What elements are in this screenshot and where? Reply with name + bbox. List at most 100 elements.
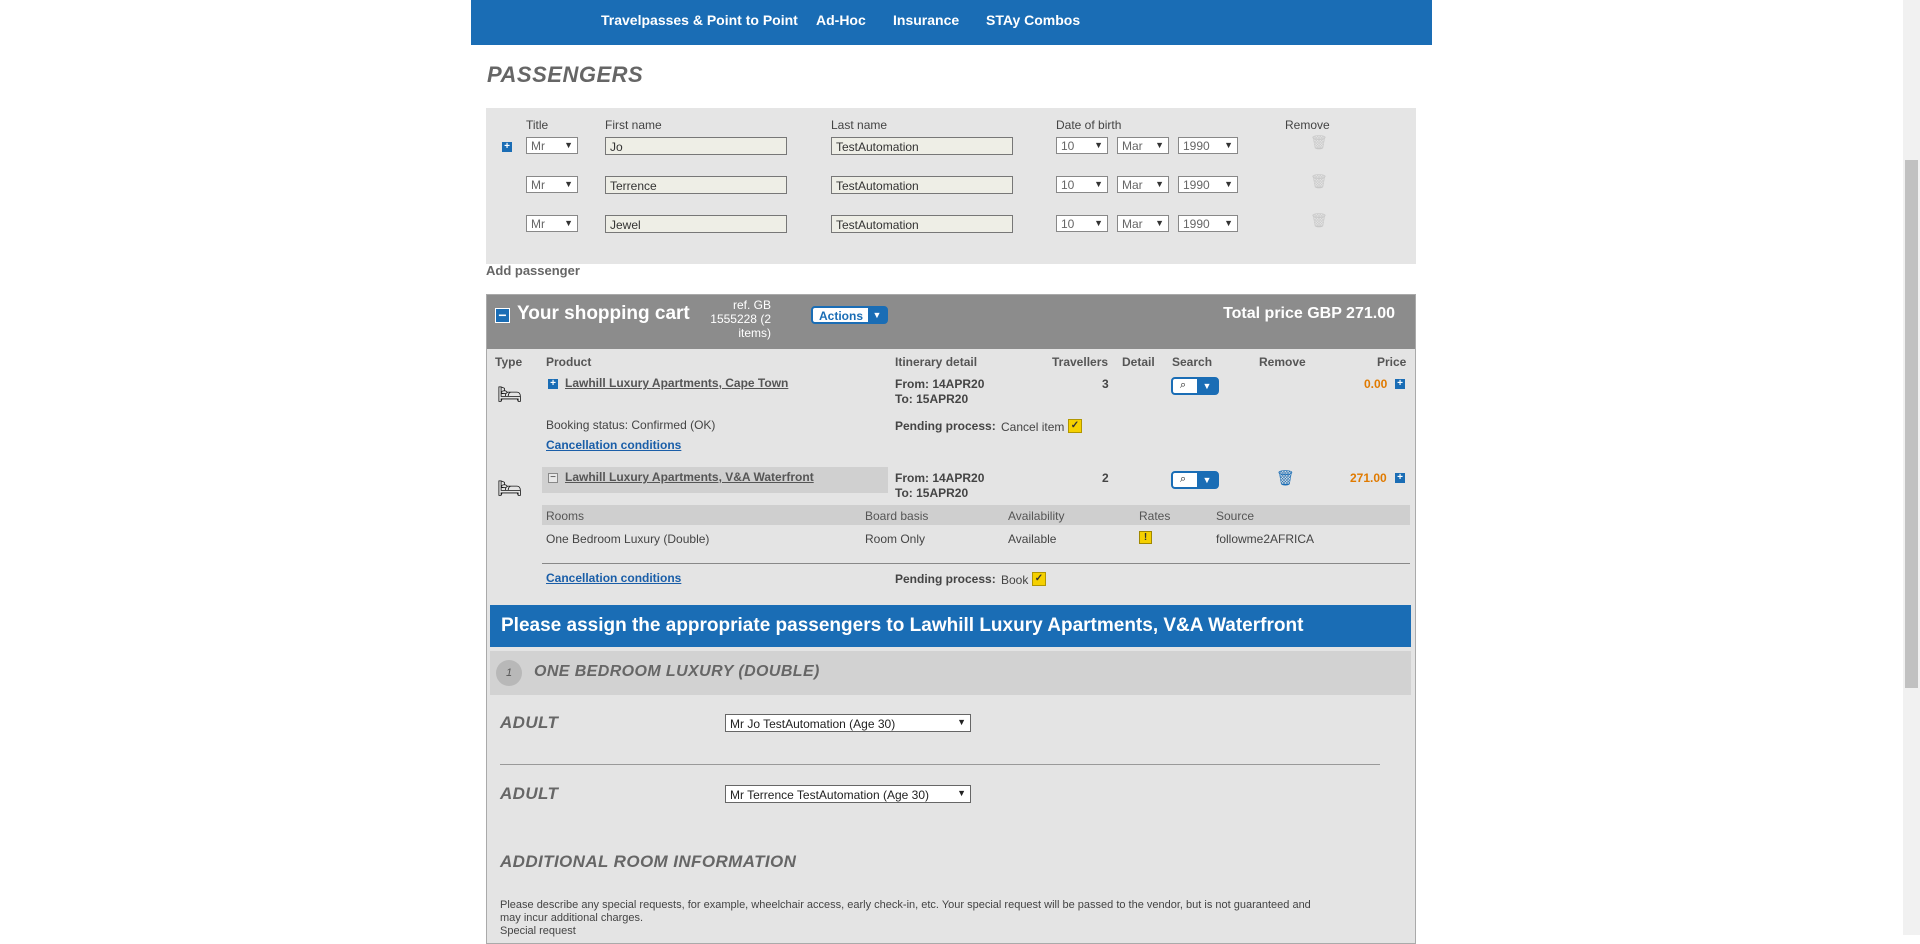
trash-icon[interactable]: 🗑 [1276,469,1295,487]
add-passenger-link[interactable]: Add passenger [486,263,580,278]
dob-month-select[interactable]: Mar ▼ [1117,137,1169,154]
itinerary-from: From: 14APR20 [895,377,985,391]
expand-item-icon[interactable]: + [548,379,558,389]
itinerary-from: From: 14APR20 [895,471,985,485]
actions-dropdown[interactable]: Actions ▼ [811,306,888,324]
product-link[interactable]: Lawhill Luxury Apartments, V&A Waterfron… [565,470,814,484]
title-select[interactable]: Mr ▼ [526,176,578,193]
th-board: Board basis [865,509,929,523]
trash-icon[interactable]: 🗑 [1310,173,1328,190]
last-name-input[interactable]: TestAutomation [831,176,1013,194]
chevron-down-icon: ▼ [1197,473,1217,487]
bed-icon: 🛏 [497,384,523,406]
col-remove: Remove [1285,118,1330,132]
dob-year-select[interactable]: 1990 ▼ [1178,215,1238,232]
last-name-input[interactable]: TestAutomation [831,215,1013,233]
th-rates: Rates [1139,509,1171,523]
item-price: 0.00 [1364,377,1388,391]
assign-passengers-bar: Please assign the appropriate passengers… [490,605,1411,647]
pending-process-label: Pending process: [895,419,996,433]
board-basis: Room Only [865,532,926,546]
adult-passenger-select[interactable]: Mr Jo TestAutomation (Age 30) ▼ [725,714,971,732]
cancellation-conditions-link[interactable]: Cancellation conditions [546,438,681,452]
collapse-cart-icon[interactable]: − [495,308,510,323]
divider [500,764,1380,765]
room-title: ONE BEDROOM LUXURY (DOUBLE) [534,663,820,680]
special-request-label: Special request [500,925,576,937]
last-name-input[interactable]: TestAutomation [831,137,1013,155]
chevron-down-icon: ▼ [868,308,886,322]
th-source: Source [1216,509,1255,523]
booking-status: Booking status: Confirmed (OK) [546,418,716,432]
dob-month-select[interactable]: Mar ▼ [1117,215,1169,232]
additional-room-info-title: ADDITIONAL ROOM INFORMATION [500,852,797,871]
expand-passenger-icon[interactable]: + [502,142,512,152]
room-name: One Bedroom Luxury (Double) [546,532,710,546]
cart-header: − Your shopping cart ref. GB 1555228 (2 … [487,295,1415,349]
search-dropdown[interactable]: ⌕ ▼ [1171,471,1219,489]
scrollbar-thumb[interactable] [1905,160,1918,688]
title-select[interactable]: Mr ▼ [526,215,578,232]
title-select[interactable]: Mr ▼ [526,137,578,154]
nav-ad-hoc[interactable]: Ad-Hoc [816,12,866,28]
nav-travelpasses[interactable]: Travelpasses & Point to Point [601,12,798,28]
first-name-input[interactable]: Jo [605,137,787,155]
travellers-count: 3 [1102,377,1109,391]
cart-reference-line: items) [738,326,771,340]
adult-passenger-select[interactable]: Mr Terrence TestAutomation (Age 30) ▼ [725,785,971,803]
item-price: 271.00 [1350,471,1387,485]
itinerary-to: To: 15APR20 [895,486,969,500]
cart-title: Your shopping cart [517,303,690,324]
itinerary-to: To: 15APR20 [895,392,969,406]
collapse-item-icon[interactable]: − [548,473,558,483]
nav-stay-combos[interactable]: STAy Combos [986,12,1080,28]
room-band: 1 ONE BEDROOM LUXURY (DOUBLE) [490,651,1411,695]
trash-icon[interactable]: 🗑 [1310,212,1328,229]
dob-day-select[interactable]: 10 ▼ [1056,176,1108,193]
additional-info-text: Please describe any special requests, fo… [500,899,1311,911]
assign-heading: Please assign the appropriate passengers… [501,615,1304,636]
th-type: Type [495,355,523,369]
travellers-count: 2 [1102,471,1109,485]
dob-year-select[interactable]: 1990 ▼ [1178,176,1238,193]
pending-process-value: Cancel item [1001,420,1065,434]
bed-icon: 🛏 [497,478,523,500]
pending-process-value: Book [1001,573,1029,587]
dob-month-select[interactable]: Mar ▼ [1117,176,1169,193]
additional-info-text: may incur additional charges. [500,912,644,924]
dob-day-select[interactable]: 10 ▼ [1056,137,1108,154]
dob-day-select[interactable]: 10 ▼ [1056,215,1108,232]
product-link[interactable]: Lawhill Luxury Apartments, Cape Town [565,376,788,390]
pending-process-label: Pending process: [895,572,996,586]
adult-label: ADULT [500,713,559,732]
trash-icon[interactable]: 🗑 [1310,134,1328,151]
first-name-input[interactable]: Jewel [605,215,787,233]
search-dropdown[interactable]: ⌕ ▼ [1171,377,1219,395]
pending-icon[interactable]: ✓ [1068,419,1082,433]
th-travellers: Travellers [1052,355,1109,369]
th-search: Search [1172,355,1213,369]
warning-icon[interactable]: ! [1139,531,1152,544]
nav-insurance[interactable]: Insurance [893,12,959,28]
cart-reference-line: 1555228 (2 [710,312,771,326]
pending-icon[interactable]: ✓ [1032,572,1046,586]
cart-reference: ref. GB 1555228 (2 items) [697,298,771,340]
room-number-badge: 1 [496,660,522,686]
first-name-input[interactable]: Terrence [605,176,787,194]
room-source: followme2AFRICA [1216,532,1315,546]
expand-price-icon[interactable]: + [1395,379,1405,389]
th-detail: Detail [1122,355,1155,369]
col-first-name: First name [605,118,662,132]
chevron-down-icon: ▼ [1197,379,1217,393]
th-price: Price [1377,355,1407,369]
search-icon: ⌕ [1180,473,1187,485]
passengers-panel: Title First name Last name Date of birth… [486,108,1416,264]
passengers-title: PASSENGERS [487,62,644,87]
th-itinerary: Itinerary detail [895,355,978,369]
dob-year-select[interactable]: 1990 ▼ [1178,137,1238,154]
availability: Available [1008,532,1057,546]
cancellation-conditions-link[interactable]: Cancellation conditions [546,571,681,585]
th-availability: Availability [1008,509,1065,523]
expand-price-icon[interactable]: + [1395,473,1405,483]
col-dob: Date of birth [1056,118,1122,132]
